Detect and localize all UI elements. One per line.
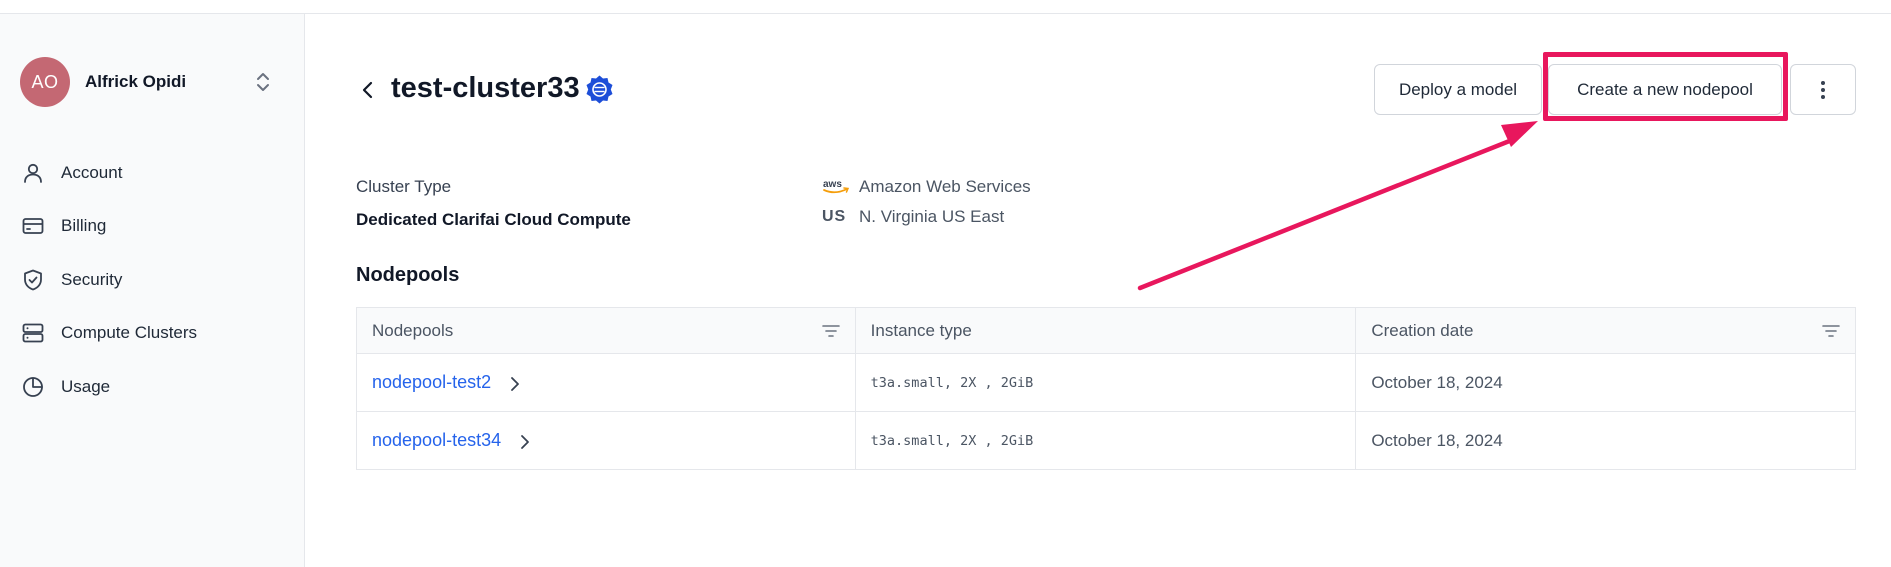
server-icon xyxy=(20,320,46,346)
page-title: test-cluster33 xyxy=(391,72,580,104)
verified-badge-icon xyxy=(584,74,615,105)
aws-icon: aws xyxy=(822,177,850,197)
instance-type-cell: t3a.small, 2X , 2GiB xyxy=(854,353,1357,412)
credit-card-icon xyxy=(20,213,46,239)
creation-date-value: October 18, 2024 xyxy=(1371,372,1503,392)
instance-type-value: t3a.small, 2X , 2GiB xyxy=(870,432,1034,449)
sidebar-item-compute-clusters[interactable]: Compute Clusters xyxy=(20,307,285,361)
profile-switcher[interactable]: AO Alfrick Opidi xyxy=(20,56,275,108)
sidebar-nav: Account Billing Security Compute Cluster… xyxy=(20,146,285,414)
sidebar-item-label: Billing xyxy=(61,216,107,236)
create-nodepool-button[interactable]: Create a new nodepool xyxy=(1548,64,1782,115)
shield-icon xyxy=(20,267,46,293)
column-header-label: Nodepools xyxy=(372,320,454,340)
back-button[interactable] xyxy=(356,76,380,104)
region-row: US N. Virginia US East xyxy=(822,207,1004,227)
chevron-up-down-icon[interactable] xyxy=(251,67,275,97)
creation-date-value: October 18, 2024 xyxy=(1371,430,1503,450)
table-row[interactable]: nodepool-test2 t3a.small, 2X , 2GiB Octo… xyxy=(356,353,1856,412)
cluster-type-label: Cluster Type xyxy=(356,177,452,196)
sidebar-item-label: Security xyxy=(61,269,123,289)
pie-chart-icon xyxy=(20,374,46,400)
column-header-creation-date[interactable]: Creation date xyxy=(1355,307,1856,354)
creation-date-cell: October 18, 2024 xyxy=(1355,353,1856,412)
sidebar-item-account[interactable]: Account xyxy=(20,146,285,200)
nodepool-name-cell: nodepool-test2 xyxy=(356,353,856,412)
nodepools-section-title: Nodepools xyxy=(356,264,460,286)
sidebar: AO Alfrick Opidi Account Billing Securit… xyxy=(0,14,305,567)
sidebar-item-billing[interactable]: Billing xyxy=(20,200,285,254)
user-icon xyxy=(20,160,46,186)
column-header-nodepools[interactable]: Nodepools xyxy=(356,307,856,354)
provider-name: Amazon Web Services xyxy=(859,177,1031,196)
top-bar xyxy=(0,0,1891,14)
nodepool-name-cell: nodepool-test34 xyxy=(356,411,856,470)
avatar: AO xyxy=(20,57,70,107)
filter-icon[interactable] xyxy=(821,324,840,338)
table-row[interactable]: nodepool-test34 t3a.small, 2X , 2GiB Oct… xyxy=(356,411,1856,470)
chevron-right-icon[interactable] xyxy=(508,375,522,393)
table-header-row: Nodepools Instance type Creation date xyxy=(356,307,1856,354)
cluster-type-value: Dedicated Clarifai Cloud Compute xyxy=(356,210,631,229)
region-code: US xyxy=(822,208,847,225)
profile-name: Alfrick Opidi xyxy=(85,72,187,91)
chevron-right-icon[interactable] xyxy=(518,433,532,451)
sidebar-item-label: Usage xyxy=(61,376,111,396)
creation-date-cell: October 18, 2024 xyxy=(1355,411,1856,470)
nodepool-link[interactable]: nodepool-test2 xyxy=(372,372,491,392)
deploy-model-button[interactable]: Deploy a model xyxy=(1374,64,1542,115)
sidebar-item-security[interactable]: Security xyxy=(20,253,285,307)
nodepool-link[interactable]: nodepool-test34 xyxy=(372,430,501,450)
column-header-label: Creation date xyxy=(1371,320,1474,340)
sidebar-item-usage[interactable]: Usage xyxy=(20,360,285,414)
column-header-label: Instance type xyxy=(870,320,972,340)
sidebar-item-label: Account xyxy=(61,162,123,182)
sidebar-item-label: Compute Clusters xyxy=(61,323,198,343)
more-options-button[interactable] xyxy=(1790,64,1856,115)
filter-icon[interactable] xyxy=(1822,324,1840,338)
provider-row: aws Amazon Web Services xyxy=(822,177,1031,197)
more-vertical-icon xyxy=(1821,80,1825,99)
column-header-instance-type[interactable]: Instance type xyxy=(854,307,1357,354)
region-name: N. Virginia US East xyxy=(859,207,1005,226)
chevron-left-icon xyxy=(362,81,373,99)
aws-logo-text: aws xyxy=(823,179,842,190)
nodepools-table: Nodepools Instance type Creation date no… xyxy=(356,307,1856,470)
instance-type-value: t3a.small, 2X , 2GiB xyxy=(870,374,1034,391)
instance-type-cell: t3a.small, 2X , 2GiB xyxy=(854,411,1357,470)
